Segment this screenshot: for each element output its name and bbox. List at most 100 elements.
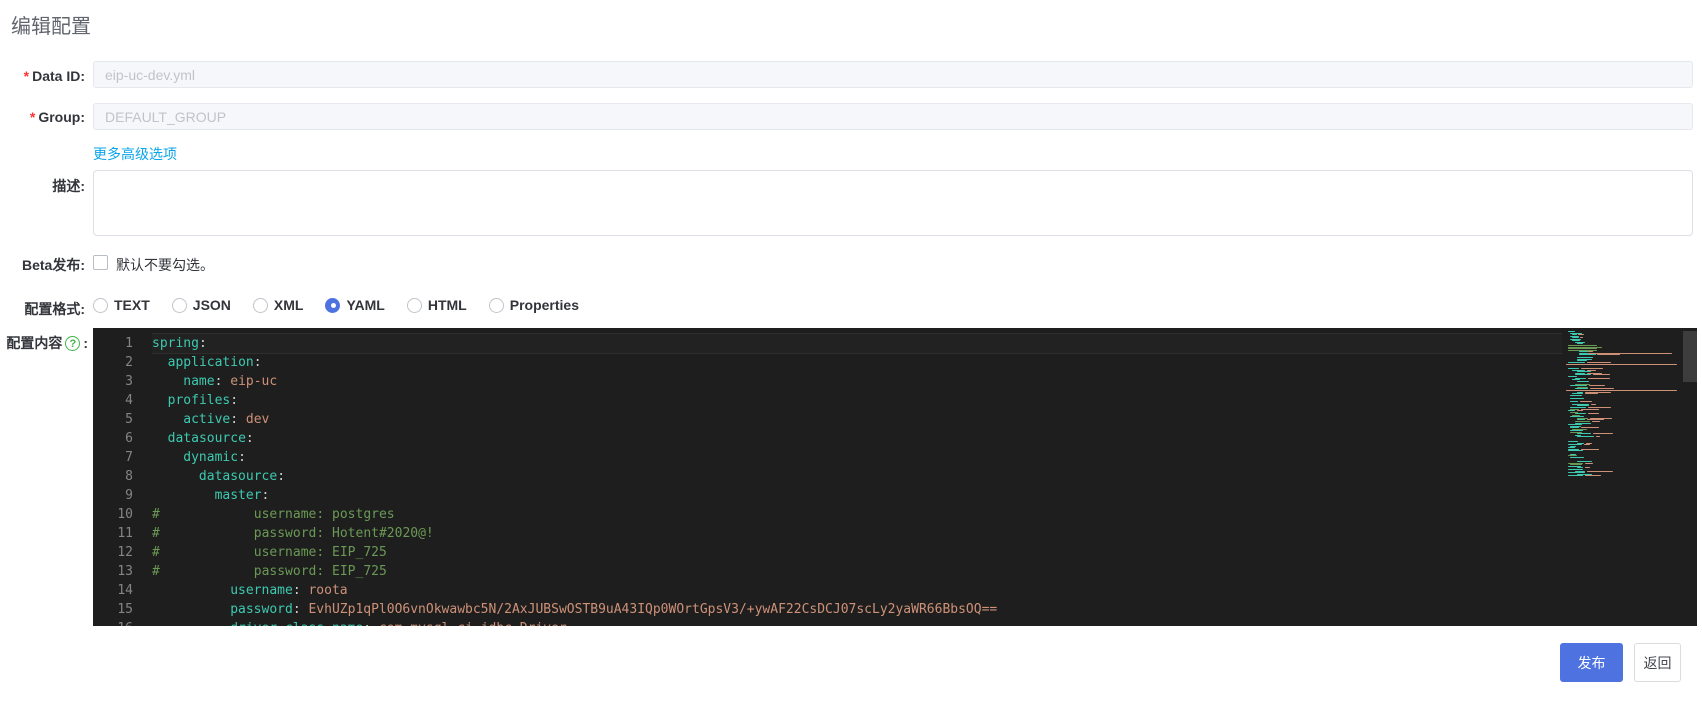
- code-line[interactable]: 9 master:: [93, 486, 1562, 505]
- minimap-line: [1586, 362, 1612, 363]
- code-line[interactable]: 8 datasource:: [93, 467, 1562, 486]
- minimap-line: [1568, 450, 1583, 452]
- radio-label: XML: [273, 297, 304, 313]
- minimap-line: [1568, 424, 1583, 425]
- radio-circle-icon: [488, 297, 504, 313]
- minimap-line: [1587, 470, 1613, 472]
- code-line[interactable]: 12 # username: EIP_725: [93, 543, 1562, 562]
- back-button[interactable]: 返回: [1634, 643, 1681, 682]
- data-id-label: * Data ID:: [23, 68, 85, 84]
- line-content: name: eip-uc: [183, 374, 278, 389]
- code-line[interactable]: 3 name: eip-uc: [93, 372, 1562, 391]
- line-content: master:: [214, 488, 270, 503]
- line-content: datasource:: [167, 431, 254, 446]
- radio-label: HTML: [427, 297, 467, 313]
- line-number: 4: [125, 393, 133, 408]
- minimap-line: [1570, 397, 1584, 399]
- line-number: 12: [117, 545, 133, 560]
- minimap-line: [1574, 420, 1590, 422]
- line-number: 14: [117, 583, 133, 598]
- line-number: 7: [125, 450, 133, 465]
- group-label: * Group:: [29, 109, 85, 125]
- minimap-line: [1568, 472, 1585, 474]
- content-label: 配置内容?:: [6, 335, 88, 351]
- minimap-line: [1568, 410, 1576, 411]
- format-radio-properties[interactable]: Properties: [488, 297, 579, 313]
- minimap-line: [1588, 413, 1600, 415]
- minimap-line: [1568, 455, 1577, 456]
- line-content: # password: Hotent#2020@!: [152, 526, 434, 541]
- editor-minimap[interactable]: [1562, 331, 1683, 623]
- line-number: 10: [117, 507, 133, 522]
- format-radio-xml[interactable]: XML: [252, 297, 304, 313]
- page-title: 编辑配置: [11, 16, 91, 38]
- radio-label: Properties: [509, 297, 579, 313]
- line-content: # password: EIP_725: [152, 564, 387, 579]
- minimap-line: [1597, 354, 1620, 356]
- more-advanced-options-link[interactable]: 更多高级选项: [93, 144, 177, 164]
- radio-label: JSON: [192, 297, 231, 313]
- radio-circle-icon: [93, 297, 108, 313]
- minimap-line: [1570, 407, 1587, 408]
- minimap-line: [1572, 379, 1580, 381]
- beta-checkbox[interactable]: [93, 255, 108, 270]
- minimap-line: [1591, 420, 1601, 422]
- code-line[interactable]: 2 application:: [93, 353, 1562, 372]
- line-content: username: roota: [230, 583, 348, 598]
- data-id-input[interactable]: [93, 61, 1693, 88]
- format-radio-html[interactable]: HTML: [406, 297, 467, 313]
- radio-circle-icon: [406, 297, 422, 313]
- minimap-line: [1580, 448, 1600, 450]
- required-mark: *: [23, 68, 30, 84]
- line-number: 15: [117, 602, 133, 617]
- code-line[interactable]: 10 # username: postgres: [93, 505, 1562, 524]
- config-content-editor[interactable]: 1 spring: 2 application: 3 name: eip-uc 4 profi…: [93, 328, 1697, 626]
- editor-scrollbar-thumb[interactable]: [1683, 331, 1697, 382]
- line-number: 11: [117, 526, 133, 541]
- minimap-line: [1585, 467, 1591, 469]
- group-input[interactable]: [93, 103, 1693, 130]
- minimap-line: [1576, 380, 1590, 382]
- code-line[interactable]: 1 spring:: [93, 333, 1562, 354]
- minimap-line: [1570, 400, 1578, 402]
- code-line[interactable]: 7 dynamic:: [93, 448, 1562, 467]
- line-number: 8: [125, 469, 133, 484]
- minimap-line: [1566, 363, 1677, 365]
- line-number: 6: [125, 431, 133, 446]
- line-number: 16: [93, 619, 133, 626]
- minimap-line: [1572, 334, 1578, 336]
- code-area[interactable]: 1 spring: 2 application: 3 name: eip-uc 4 profi…: [93, 333, 1562, 626]
- code-line[interactable]: 14 username: roota: [93, 581, 1562, 600]
- format-radio-text[interactable]: TEXT: [93, 297, 150, 313]
- line-content: dynamic:: [183, 450, 246, 465]
- code-line[interactable]: 15 password: EvhUZp1qPl0O6vnOkwawbc5N/2Ax…: [93, 600, 1562, 619]
- line-content: # username: EIP_725: [152, 545, 387, 560]
- code-line[interactable]: 13 # password: EIP_725: [93, 562, 1562, 581]
- line-number: 3: [125, 374, 133, 389]
- help-question-icon[interactable]: ?: [65, 335, 81, 351]
- code-line[interactable]: 6 datasource:: [93, 429, 1562, 448]
- minimap-line: [1568, 441, 1579, 442]
- required-mark: *: [29, 109, 36, 125]
- line-content: profiles:: [167, 393, 239, 408]
- minimap-line: [1570, 456, 1584, 458]
- radio-circle-icon: [325, 297, 341, 313]
- code-line[interactable]: 11 # password: Hotent#2020@!: [93, 524, 1562, 543]
- code-line[interactable]: 4 profiles:: [93, 391, 1562, 410]
- minimap-line: [1588, 385, 1606, 387]
- minimap-line: [1588, 377, 1611, 379]
- description-textarea[interactable]: [93, 170, 1693, 236]
- format-radio-yaml[interactable]: YAML: [325, 297, 385, 313]
- format-radio-json[interactable]: JSON: [171, 297, 231, 313]
- minimap-line: [1576, 436, 1594, 438]
- minimap-line: [1584, 393, 1598, 394]
- line-content: application:: [167, 355, 262, 370]
- publish-button[interactable]: 发布: [1560, 643, 1623, 682]
- minimap-line: [1568, 331, 1575, 332]
- format-radio-group: TEXT JSON XML YAML HTML Properties: [93, 297, 579, 313]
- code-line[interactable]: 16 driver-class-name: com.mysql.cj.jdbc.D…: [93, 619, 1562, 626]
- minimap-line: [1577, 410, 1583, 411]
- line-content: password: EvhUZp1qPl0O6vnOkwawbc5N/2AxJU…: [230, 602, 998, 617]
- code-line[interactable]: 5 active: dev: [93, 410, 1562, 429]
- minimap-line: [1578, 334, 1584, 336]
